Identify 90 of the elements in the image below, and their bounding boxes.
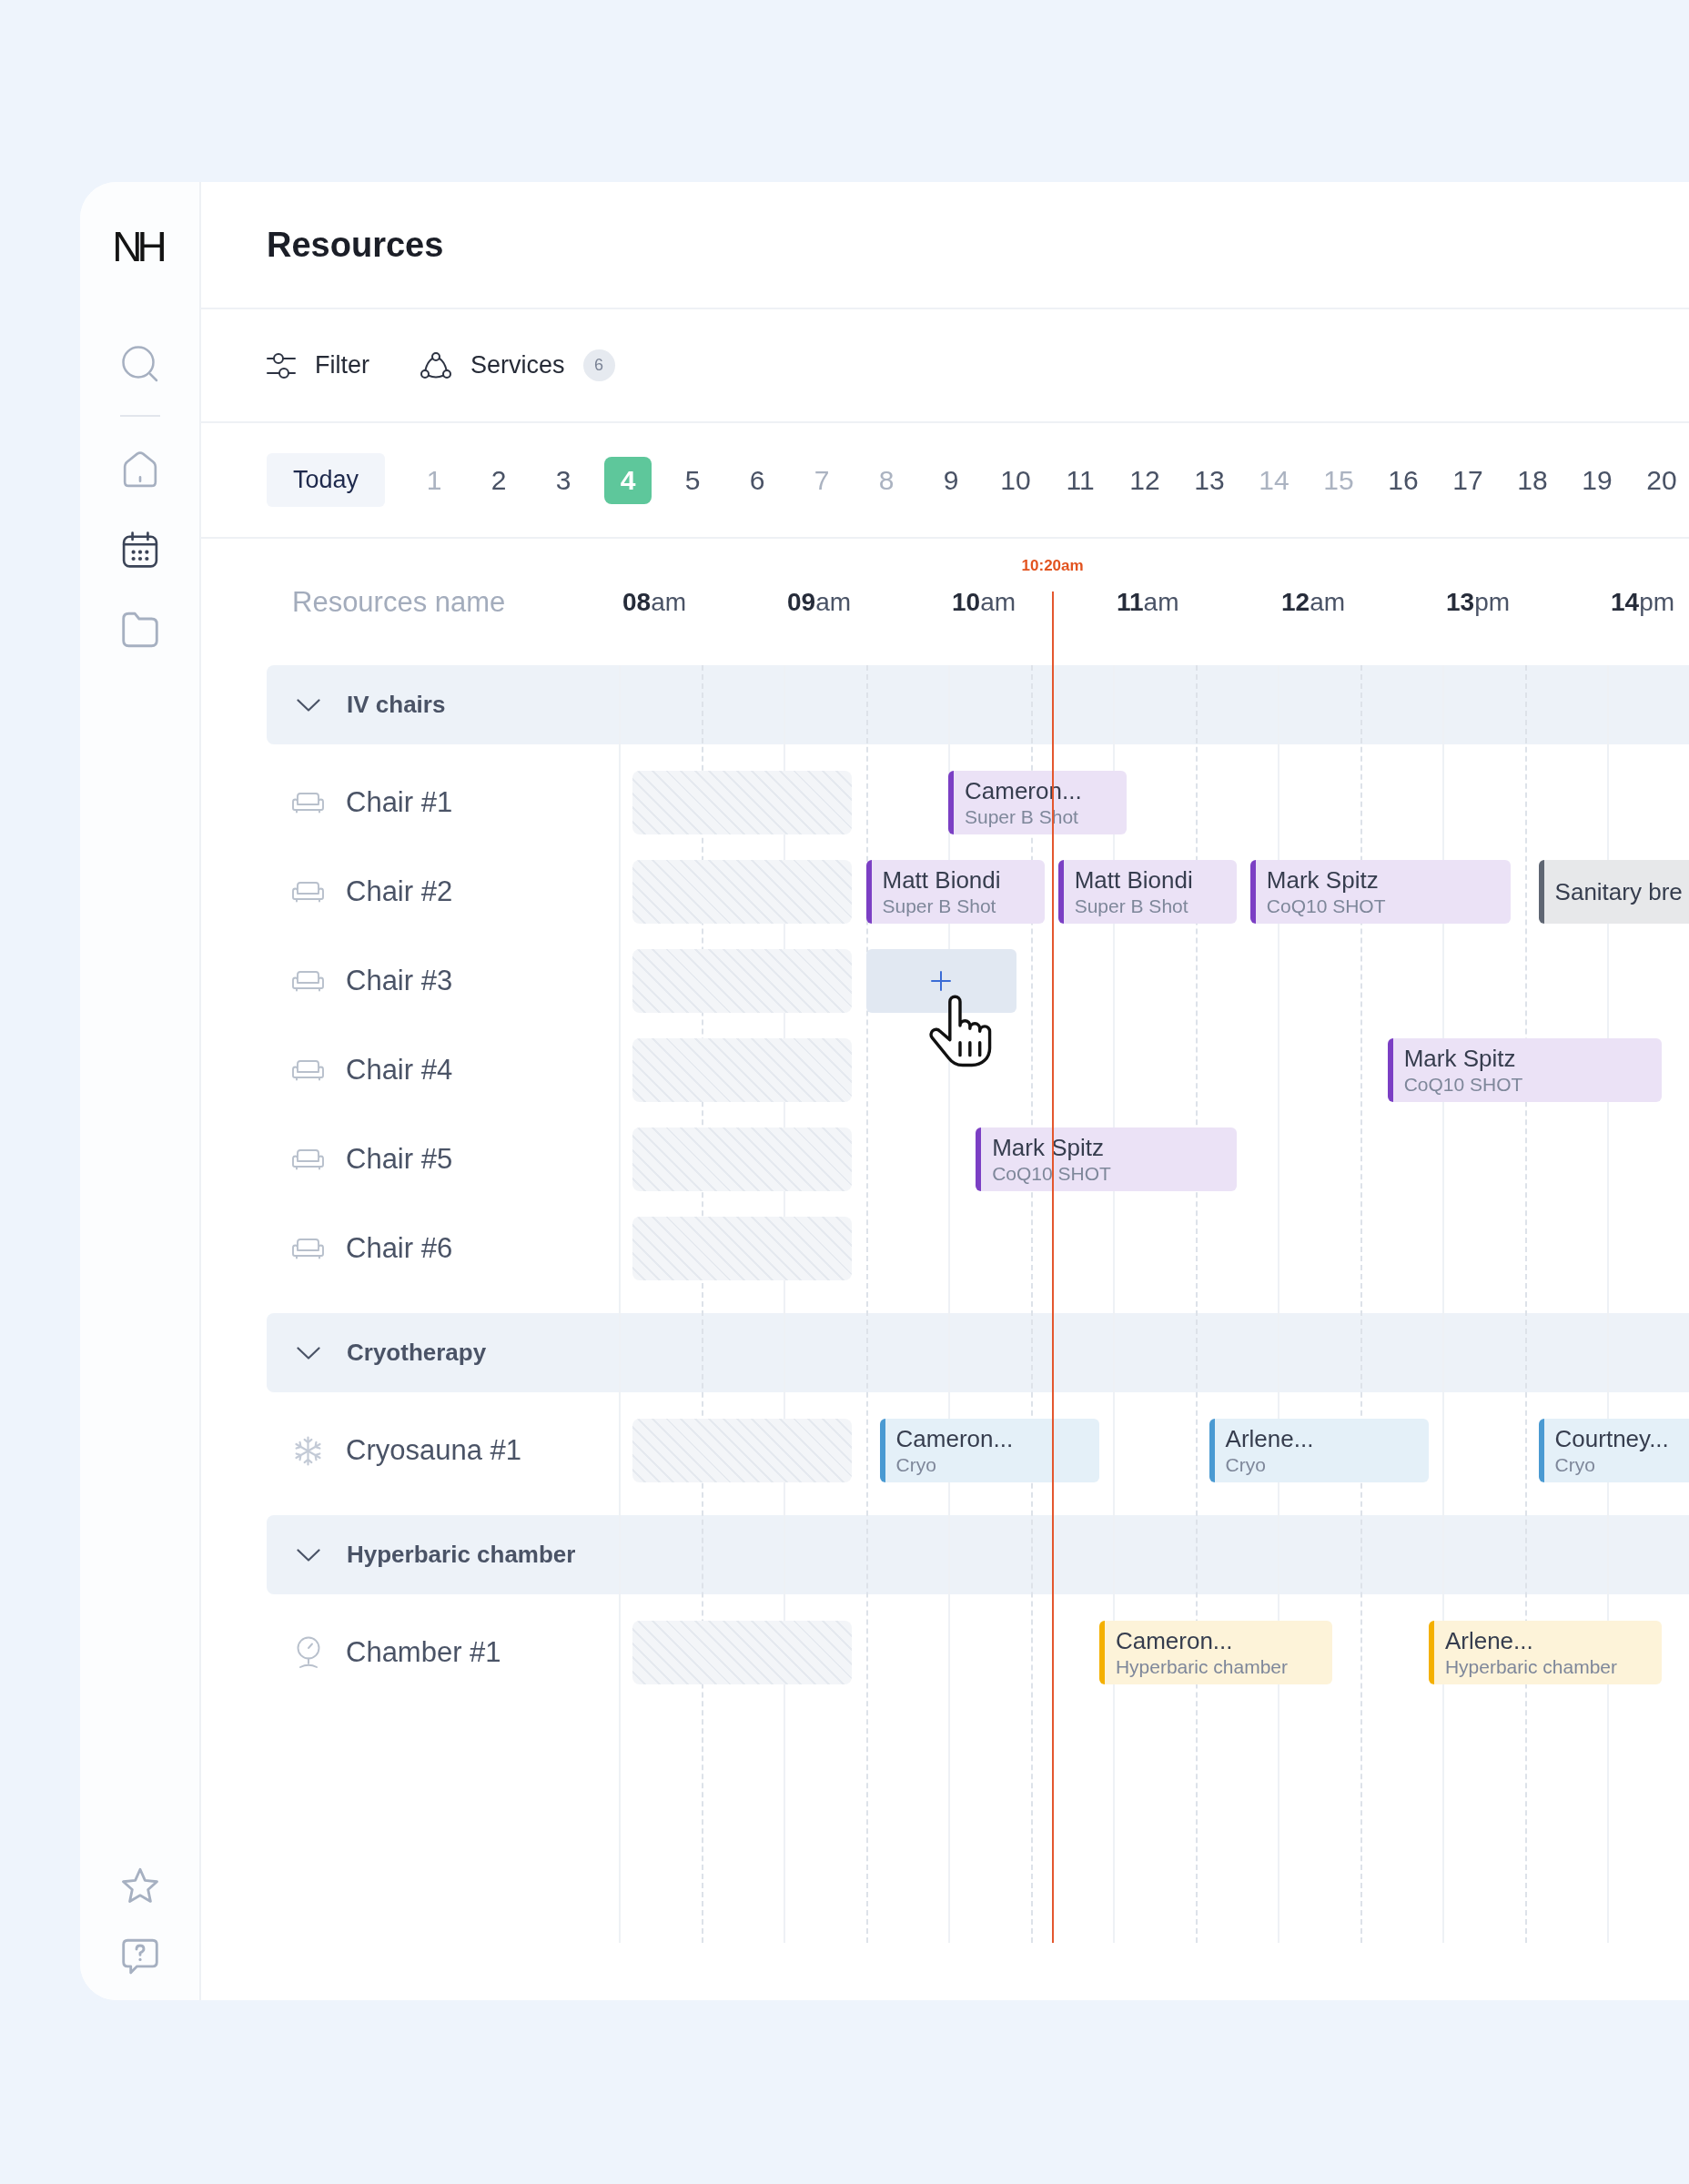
add-slot-button[interactable]	[865, 949, 1017, 1013]
armchair-icon	[291, 1238, 325, 1259]
filter-icon	[267, 352, 296, 379]
resource-name: Chair #1	[346, 786, 453, 819]
home-icon[interactable]	[121, 451, 158, 488]
appointment-block[interactable]: Matt Biondi Super B Shot	[865, 860, 1045, 924]
appointment-block[interactable]: Mark Spitz CoQ10 SHOT	[976, 1127, 1237, 1191]
appointment-block[interactable]: Sanitary bre	[1538, 860, 1689, 924]
hour-label: 08am	[622, 587, 687, 617]
appointment-service: CoQ10 SHOT	[992, 1163, 1112, 1185]
folder-icon[interactable]	[121, 612, 158, 648]
page-title: Resources	[267, 225, 444, 265]
day-button[interactable]: 13	[1186, 456, 1233, 504]
resource-name: Chair #3	[346, 965, 453, 997]
group-header[interactable]: IV chairs	[267, 665, 1689, 744]
resource-name: Cryosauna #1	[346, 1434, 521, 1467]
appointment-title: Matt Biondi	[882, 866, 1002, 894]
resource-name: Chair #5	[346, 1143, 453, 1176]
resource-name: Chair #4	[346, 1054, 453, 1087]
appointment-block[interactable]: Arlene... Cryo	[1209, 1419, 1429, 1482]
plus-icon	[931, 971, 952, 991]
appointment-service: Cryo	[895, 1454, 937, 1476]
group-header[interactable]: Hyperbaric chamber	[267, 1515, 1689, 1594]
appointment-service: Hyperbaric chamber	[1115, 1656, 1289, 1678]
calendar-icon[interactable]	[121, 531, 158, 568]
appointment-block[interactable]: Mark Spitz CoQ10 SHOT	[1249, 860, 1512, 924]
appointment-title: Courtney...	[1554, 1425, 1670, 1452]
appointment-block[interactable]: Courtney... Cryo	[1538, 1419, 1689, 1482]
appointment-title: Mark Spitz	[1266, 866, 1380, 894]
appointment-service: Super B Shot	[882, 895, 997, 917]
appointment-title: Cameron...	[1115, 1627, 1234, 1654]
services-icon	[420, 351, 451, 379]
day-button[interactable]: 18	[1509, 456, 1556, 504]
day-button[interactable]: 12	[1121, 456, 1168, 504]
appointment-title: Arlene...	[1444, 1627, 1534, 1654]
appointment-block[interactable]: Matt Biondi Super B Shot	[1057, 860, 1237, 924]
search-icon[interactable]	[121, 346, 158, 382]
armchair-icon	[291, 792, 325, 814]
help-icon[interactable]	[121, 1938, 158, 1975]
day-button[interactable]: 5	[669, 456, 716, 504]
today-button[interactable]: Today	[267, 453, 385, 507]
day-button[interactable]: 6	[733, 456, 781, 504]
appointment-title: Arlene...	[1225, 1425, 1315, 1452]
filter-button[interactable]: Filter	[267, 351, 369, 379]
appointment-service: Cryo	[1554, 1454, 1596, 1476]
appointment-block[interactable]: Cameron... Cryo	[879, 1419, 1099, 1482]
hour-label: 11am	[1117, 587, 1179, 617]
armchair-icon	[291, 881, 325, 903]
hour-label: 09am	[787, 587, 852, 617]
resource-name: Chair #2	[346, 875, 453, 908]
day-button[interactable]: 16	[1380, 456, 1427, 504]
appointment-title: Matt Biondi	[1074, 866, 1194, 894]
column-header: Resources name	[292, 585, 506, 618]
snowflake-icon	[293, 1435, 323, 1466]
hour-label: 14pm	[1611, 587, 1675, 617]
appointment-title: Cameron...	[895, 1425, 1015, 1452]
appointment-service: CoQ10 SHOT	[1403, 1074, 1524, 1096]
appointment-title: Mark Spitz	[992, 1134, 1105, 1161]
appointment-title: Mark Spitz	[1403, 1045, 1517, 1072]
services-button[interactable]: Services	[420, 351, 565, 379]
hour-label: 12am	[1281, 587, 1346, 617]
resource-name: Chair #6	[346, 1232, 453, 1265]
appointment-service: CoQ10 SHOT	[1266, 895, 1387, 917]
armchair-icon	[291, 1059, 325, 1081]
day-button[interactable]: 19	[1573, 456, 1621, 504]
appointment-service: Super B Shot	[1074, 895, 1189, 917]
day-button[interactable]: 2	[475, 456, 522, 504]
appointment-service: Cryo	[1225, 1454, 1267, 1476]
hour-label: 10am	[952, 587, 1016, 617]
star-icon[interactable]	[121, 1867, 158, 1904]
day-button[interactable]: 3	[540, 456, 587, 504]
appointment-block[interactable]: Arlene... Hyperbaric chamber	[1428, 1621, 1663, 1684]
count-badge: 6	[582, 349, 615, 381]
appointment-title: Sanitary bre	[1554, 878, 1684, 905]
resource-name: Chamber #1	[346, 1636, 501, 1669]
appointment-block[interactable]: Mark Spitz CoQ10 SHOT	[1387, 1038, 1663, 1102]
current-time-label: 10:20am	[1021, 557, 1084, 575]
day-button[interactable]: 20	[1638, 456, 1685, 504]
gauge-icon	[295, 1636, 321, 1669]
group-header[interactable]: Cryotherapy	[267, 1313, 1689, 1392]
logo: NH	[112, 222, 164, 272]
appointment-service: Hyperbaric chamber	[1444, 1656, 1618, 1678]
hour-label: 13pm	[1446, 587, 1511, 617]
day-button[interactable]: 17	[1444, 456, 1492, 504]
armchair-icon	[291, 1148, 325, 1170]
appointment-block[interactable]: Cameron... Hyperbaric chamber	[1098, 1621, 1333, 1684]
day-button[interactable]: 9	[927, 456, 975, 504]
day-button[interactable]: 11	[1057, 456, 1104, 504]
day-button[interactable]: 10	[992, 456, 1039, 504]
armchair-icon	[291, 970, 325, 992]
